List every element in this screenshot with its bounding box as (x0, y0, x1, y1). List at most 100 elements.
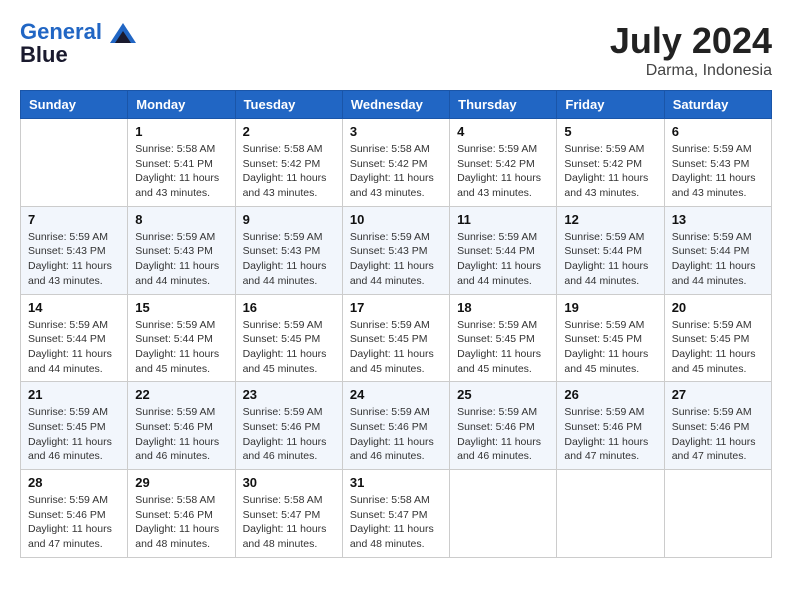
calendar-day-cell: 17 Sunrise: 5:59 AMSunset: 5:45 PMDayligh… (342, 294, 449, 382)
calendar-day-cell: 11 Sunrise: 5:59 AMSunset: 5:44 PMDayligh… (450, 206, 557, 294)
calendar-day-cell: 28Sunrise: 5:59 AMSunset: 5:46 PMDayligh… (21, 470, 128, 558)
calendar-day-cell: 23 Sunrise: 5:59 AMSunset: 5:46 PMDayligh… (235, 382, 342, 470)
month-year: July 2024 (610, 20, 772, 62)
calendar-day-cell: 12 Sunrise: 5:59 AMSunset: 5:44 PMDayligh… (557, 206, 664, 294)
page-header: General Blue July 2024 Darma, Indonesia (20, 20, 772, 80)
day-info: Sunrise: 5:59 AMSunset: 5:42 PMDaylight:… (564, 142, 656, 201)
day-number: 28 (28, 475, 120, 490)
weekday-header-cell: Saturday (664, 91, 771, 119)
day-number: 3 (350, 124, 442, 139)
calendar-week-row: 1 Sunrise: 5:58 AMSunset: 5:41 PMDaylight… (21, 119, 772, 207)
weekday-header-cell: Tuesday (235, 91, 342, 119)
calendar-day-cell: 1 Sunrise: 5:58 AMSunset: 5:41 PMDaylight… (128, 119, 235, 207)
day-number: 23 (243, 387, 335, 402)
day-info: Sunrise: 5:58 AMSunset: 5:41 PMDaylight:… (135, 142, 227, 201)
day-number: 13 (672, 212, 764, 227)
day-number: 25 (457, 387, 549, 402)
day-number: 6 (672, 124, 764, 139)
day-number: 7 (28, 212, 120, 227)
calendar-day-cell (664, 470, 771, 558)
calendar-day-cell: 15Sunrise: 5:59 AMSunset: 5:44 PMDayligh… (128, 294, 235, 382)
day-info: Sunrise: 5:59 AMSunset: 5:43 PMDaylight:… (350, 230, 442, 289)
day-info: Sunrise: 5:59 AMSunset: 5:45 PMDaylight:… (564, 318, 656, 377)
day-info: Sunrise: 5:59 AMSunset: 5:43 PMDaylight:… (243, 230, 335, 289)
day-info: Sunrise: 5:58 AMSunset: 5:42 PMDaylight:… (350, 142, 442, 201)
day-info: Sunrise: 5:59 AMSunset: 5:45 PMDaylight:… (350, 318, 442, 377)
calendar-day-cell: 16Sunrise: 5:59 AMSunset: 5:45 PMDayligh… (235, 294, 342, 382)
day-info: Sunrise: 5:59 AMSunset: 5:46 PMDaylight:… (564, 405, 656, 464)
calendar-day-cell: 14 Sunrise: 5:59 AMSunset: 5:44 PMDayligh… (21, 294, 128, 382)
day-number: 21 (28, 387, 120, 402)
day-number: 19 (564, 300, 656, 315)
calendar-day-cell: 29Sunrise: 5:58 AMSunset: 5:46 PMDayligh… (128, 470, 235, 558)
day-number: 11 (457, 212, 549, 227)
calendar-day-cell: 25 Sunrise: 5:59 AMSunset: 5:46 PMDayligh… (450, 382, 557, 470)
day-number: 12 (564, 212, 656, 227)
day-number: 1 (135, 124, 227, 139)
calendar-day-cell (21, 119, 128, 207)
calendar-day-cell: 6 Sunrise: 5:59 AMSunset: 5:43 PMDaylight… (664, 119, 771, 207)
day-info: Sunrise: 5:59 AMSunset: 5:44 PMDaylight:… (564, 230, 656, 289)
day-info: Sunrise: 5:59 AMSunset: 5:45 PMDaylight:… (28, 405, 120, 464)
calendar-day-cell: 9 Sunrise: 5:59 AMSunset: 5:43 PMDaylight… (235, 206, 342, 294)
calendar-day-cell: 31Sunrise: 5:58 AMSunset: 5:47 PMDayligh… (342, 470, 449, 558)
day-info: Sunrise: 5:59 AMSunset: 5:42 PMDaylight:… (457, 142, 549, 201)
calendar-day-cell: 26Sunrise: 5:59 AMSunset: 5:46 PMDayligh… (557, 382, 664, 470)
day-number: 14 (28, 300, 120, 315)
calendar-day-cell: 5 Sunrise: 5:59 AMSunset: 5:42 PMDaylight… (557, 119, 664, 207)
weekday-header-cell: Wednesday (342, 91, 449, 119)
day-info: Sunrise: 5:59 AMSunset: 5:46 PMDaylight:… (672, 405, 764, 464)
day-info: Sunrise: 5:59 AMSunset: 5:43 PMDaylight:… (28, 230, 120, 289)
logo-icon (110, 23, 136, 43)
calendar-day-cell: 30 Sunrise: 5:58 AMSunset: 5:47 PMDayligh… (235, 470, 342, 558)
location: Darma, Indonesia (610, 62, 772, 80)
day-number: 31 (350, 475, 442, 490)
calendar-day-cell: 10 Sunrise: 5:59 AMSunset: 5:43 PMDayligh… (342, 206, 449, 294)
day-info: Sunrise: 5:59 AMSunset: 5:43 PMDaylight:… (135, 230, 227, 289)
calendar-day-cell: 4 Sunrise: 5:59 AMSunset: 5:42 PMDaylight… (450, 119, 557, 207)
calendar-day-cell: 7 Sunrise: 5:59 AMSunset: 5:43 PMDaylight… (21, 206, 128, 294)
calendar-day-cell: 22 Sunrise: 5:59 AMSunset: 5:46 PMDayligh… (128, 382, 235, 470)
calendar-day-cell (557, 470, 664, 558)
weekday-header-cell: Sunday (21, 91, 128, 119)
day-info: Sunrise: 5:59 AMSunset: 5:44 PMDaylight:… (28, 318, 120, 377)
weekday-header-cell: Friday (557, 91, 664, 119)
day-number: 10 (350, 212, 442, 227)
logo-blue: Blue (20, 42, 136, 68)
day-info: Sunrise: 5:58 AMSunset: 5:42 PMDaylight:… (243, 142, 335, 201)
day-info: Sunrise: 5:59 AMSunset: 5:43 PMDaylight:… (672, 142, 764, 201)
day-info: Sunrise: 5:59 AMSunset: 5:44 PMDaylight:… (457, 230, 549, 289)
day-number: 27 (672, 387, 764, 402)
day-info: Sunrise: 5:59 AMSunset: 5:46 PMDaylight:… (457, 405, 549, 464)
calendar-day-cell: 3 Sunrise: 5:58 AMSunset: 5:42 PMDaylight… (342, 119, 449, 207)
calendar-day-cell: 8 Sunrise: 5:59 AMSunset: 5:43 PMDaylight… (128, 206, 235, 294)
calendar-week-row: 14 Sunrise: 5:59 AMSunset: 5:44 PMDayligh… (21, 294, 772, 382)
day-number: 16 (243, 300, 335, 315)
weekday-header-cell: Thursday (450, 91, 557, 119)
day-number: 17 (350, 300, 442, 315)
day-number: 30 (243, 475, 335, 490)
calendar-day-cell: 20Sunrise: 5:59 AMSunset: 5:45 PMDayligh… (664, 294, 771, 382)
calendar-day-cell: 24Sunrise: 5:59 AMSunset: 5:46 PMDayligh… (342, 382, 449, 470)
calendar-table: SundayMondayTuesdayWednesdayThursdayFrid… (20, 90, 772, 558)
calendar-day-cell (450, 470, 557, 558)
calendar-day-cell: 18Sunrise: 5:59 AMSunset: 5:45 PMDayligh… (450, 294, 557, 382)
weekday-header-cell: Monday (128, 91, 235, 119)
day-number: 8 (135, 212, 227, 227)
calendar-header-row: SundayMondayTuesdayWednesdayThursdayFrid… (21, 91, 772, 119)
day-number: 9 (243, 212, 335, 227)
day-info: Sunrise: 5:59 AMSunset: 5:45 PMDaylight:… (672, 318, 764, 377)
day-number: 4 (457, 124, 549, 139)
day-info: Sunrise: 5:59 AMSunset: 5:44 PMDaylight:… (135, 318, 227, 377)
day-info: Sunrise: 5:59 AMSunset: 5:44 PMDaylight:… (672, 230, 764, 289)
day-number: 22 (135, 387, 227, 402)
calendar-day-cell: 13 Sunrise: 5:59 AMSunset: 5:44 PMDayligh… (664, 206, 771, 294)
day-number: 2 (243, 124, 335, 139)
day-info: Sunrise: 5:59 AMSunset: 5:46 PMDaylight:… (243, 405, 335, 464)
calendar-day-cell: 21 Sunrise: 5:59 AMSunset: 5:45 PMDayligh… (21, 382, 128, 470)
day-info: Sunrise: 5:59 AMSunset: 5:46 PMDaylight:… (135, 405, 227, 464)
day-info: Sunrise: 5:58 AMSunset: 5:47 PMDaylight:… (243, 493, 335, 552)
day-number: 5 (564, 124, 656, 139)
title-block: July 2024 Darma, Indonesia (610, 20, 772, 80)
calendar-week-row: 28Sunrise: 5:59 AMSunset: 5:46 PMDayligh… (21, 470, 772, 558)
